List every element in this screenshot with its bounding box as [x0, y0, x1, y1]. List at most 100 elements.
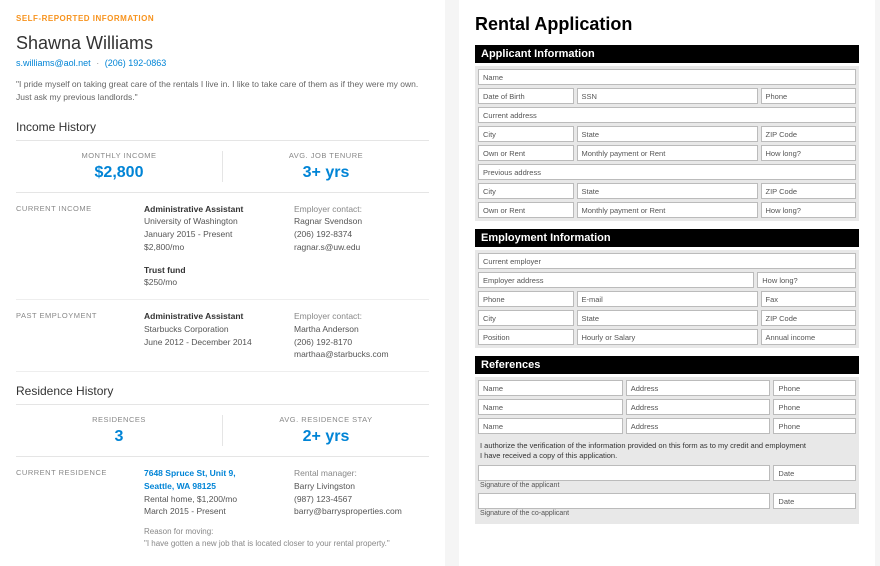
- residence-dates: March 2015 - Present: [144, 505, 294, 518]
- income-pay: $250/mo: [144, 276, 294, 289]
- rental-application-panel: Rental Application Applicant Information…: [459, 0, 875, 566]
- residence-stats: RESIDENCES 3 AVG. RESIDENCE STAY 2+ yrs: [16, 405, 429, 457]
- address-line-1[interactable]: 7648 Spruce St, Unit 9,: [144, 467, 294, 480]
- job-title: Administrative Assistant: [144, 310, 294, 323]
- ref-phone-field[interactable]: Phone: [773, 380, 856, 396]
- references-area: Name Address Phone Name Address Phone Na…: [475, 377, 859, 524]
- ref-name-field[interactable]: Name: [478, 418, 623, 434]
- reason-label: Reason for moving:: [144, 526, 429, 538]
- applicant-sig-label: Signature of the applicant: [478, 481, 856, 493]
- phone-field[interactable]: Phone: [761, 88, 857, 104]
- monthly-payment-field[interactable]: Monthly payment or Rent: [577, 202, 758, 218]
- city-field[interactable]: City: [478, 310, 574, 326]
- application-title: Rental Application: [475, 14, 859, 35]
- coapplicant-sig-label: Signature of the co-applicant: [478, 509, 856, 521]
- own-rent-field[interactable]: Own or Rent: [478, 202, 574, 218]
- current-address-field[interactable]: Current address: [478, 107, 856, 123]
- block-label: CURRENT RESIDENCE: [16, 467, 144, 550]
- job-dates: January 2015 - Present: [144, 228, 294, 241]
- employer-address-field[interactable]: Employer address: [478, 272, 754, 288]
- name-field[interactable]: Name: [478, 69, 856, 85]
- date-field[interactable]: Date: [773, 493, 856, 509]
- ref-address-field[interactable]: Address: [626, 399, 771, 415]
- stat-label: AVG. JOB TENURE: [223, 151, 429, 160]
- manager-phone: (987) 123-4567: [294, 493, 429, 506]
- coapplicant-signature-field[interactable]: [478, 493, 770, 509]
- state-field[interactable]: State: [577, 183, 758, 199]
- previous-address-field[interactable]: Previous address: [478, 164, 856, 180]
- contact-email: ragnar.s@uw.edu: [294, 241, 429, 254]
- income-history-title: Income History: [16, 120, 429, 141]
- zip-field[interactable]: ZIP Code: [761, 126, 857, 142]
- phone-field[interactable]: Phone: [478, 291, 574, 307]
- residence-desc: Rental home, $1,200/mo: [144, 493, 294, 506]
- how-long-field[interactable]: How long?: [761, 202, 857, 218]
- auth-line-1: I authorize the verification of the info…: [480, 441, 854, 451]
- state-field[interactable]: State: [577, 126, 758, 142]
- job-org: University of Washington: [144, 215, 294, 228]
- zip-field[interactable]: ZIP Code: [761, 183, 857, 199]
- fax-field[interactable]: Fax: [761, 291, 857, 307]
- how-long-field[interactable]: How long?: [761, 145, 857, 161]
- auth-line-2: I have received a copy of this applicati…: [480, 451, 854, 461]
- stat-value: 3+ yrs: [223, 164, 429, 182]
- contact-label: Employer contact:: [294, 203, 429, 216]
- contact-phone: (206) 192-8374: [294, 228, 429, 241]
- section-badge: SELF-REPORTED INFORMATION: [16, 14, 429, 23]
- block-label: PAST EMPLOYMENT: [16, 310, 144, 361]
- contact-email[interactable]: s.williams@aol.net: [16, 58, 91, 68]
- ref-name-field[interactable]: Name: [478, 380, 623, 396]
- ref-phone-field[interactable]: Phone: [773, 399, 856, 415]
- employment-info-area: Current employer Employer address How lo…: [475, 250, 859, 348]
- stat-label: MONTHLY INCOME: [16, 151, 222, 160]
- current-employer-field[interactable]: Current employer: [478, 253, 856, 269]
- address-line-2[interactable]: Seattle, WA 98125: [144, 480, 294, 493]
- position-field[interactable]: Position: [478, 329, 574, 345]
- own-rent-field[interactable]: Own or Rent: [478, 145, 574, 161]
- stat-value: 3: [16, 428, 222, 446]
- state-field[interactable]: State: [577, 310, 758, 326]
- job-title: Administrative Assistant: [144, 203, 294, 216]
- self-reported-panel: SELF-REPORTED INFORMATION Shawna William…: [0, 0, 445, 566]
- monthly-payment-field[interactable]: Monthly payment or Rent: [577, 145, 758, 161]
- contact-label: Employer contact:: [294, 310, 429, 323]
- reason-text: "I have gotten a new job that is located…: [144, 538, 429, 550]
- manager-label: Rental manager:: [294, 467, 429, 480]
- ref-address-field[interactable]: Address: [626, 380, 771, 396]
- email-field[interactable]: E-mail: [577, 291, 758, 307]
- ref-phone-field[interactable]: Phone: [773, 418, 856, 434]
- ref-address-field[interactable]: Address: [626, 418, 771, 434]
- job-org: Starbucks Corporation: [144, 323, 294, 336]
- contact-phone[interactable]: (206) 192-0863: [105, 58, 167, 68]
- how-long-field[interactable]: How long?: [757, 272, 856, 288]
- residences-stat: RESIDENCES 3: [16, 405, 222, 456]
- manager-email: barry@barrysproperties.com: [294, 505, 429, 518]
- contact-name: Ragnar Svendson: [294, 215, 429, 228]
- contact-phone: (206) 192-8170: [294, 336, 429, 349]
- ref-name-field[interactable]: Name: [478, 399, 623, 415]
- stat-label: RESIDENCES: [16, 415, 222, 424]
- applicant-name: Shawna Williams: [16, 33, 429, 54]
- job-dates: June 2012 - December 2014: [144, 336, 294, 349]
- residence-history-title: Residence History: [16, 384, 429, 405]
- stat-value: $2,800: [16, 164, 222, 182]
- contact-name: Martha Anderson: [294, 323, 429, 336]
- current-income-block: CURRENT INCOME Administrative Assistant …: [16, 193, 429, 301]
- references-header: References: [475, 356, 859, 374]
- income-stats: MONTHLY INCOME $2,800 AVG. JOB TENURE 3+…: [16, 141, 429, 193]
- city-field[interactable]: City: [478, 126, 574, 142]
- hourly-salary-field[interactable]: Hourly or Salary: [577, 329, 758, 345]
- applicant-info-area: Name Date of Birth SSN Phone Current add…: [475, 66, 859, 221]
- manager-name: Barry Livingston: [294, 480, 429, 493]
- zip-field[interactable]: ZIP Code: [761, 310, 857, 326]
- annual-income-field[interactable]: Annual income: [761, 329, 857, 345]
- date-field[interactable]: Date: [773, 465, 856, 481]
- block-label: CURRENT INCOME: [16, 203, 144, 290]
- dob-field[interactable]: Date of Birth: [478, 88, 574, 104]
- contact-email: marthaa@starbucks.com: [294, 348, 429, 361]
- city-field[interactable]: City: [478, 183, 574, 199]
- stat-label: AVG. RESIDENCE STAY: [223, 415, 429, 424]
- applicant-signature-field[interactable]: [478, 465, 770, 481]
- ssn-field[interactable]: SSN: [577, 88, 758, 104]
- job-pay: $2,800/mo: [144, 241, 294, 254]
